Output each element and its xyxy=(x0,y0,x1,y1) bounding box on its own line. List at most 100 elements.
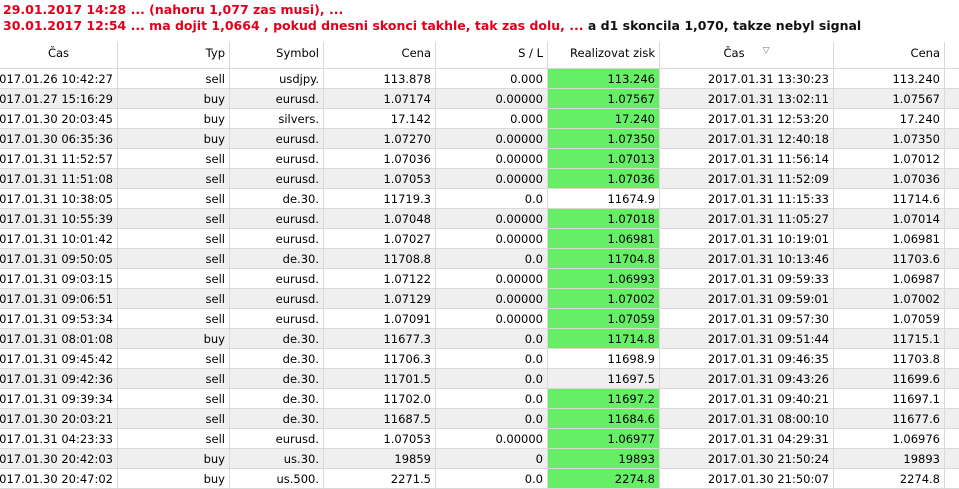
table-row[interactable]: 2017.01.27 15:16:29 buy eurusd. 1.07174 0.00… xyxy=(0,89,959,109)
cell-open-time: 2017.01.30 20:42:03 xyxy=(0,449,118,468)
table-row[interactable]: 2017.01.31 09:53:34 sell eurusd. 1.07091 0.0… xyxy=(0,309,959,329)
cell-close-time: 2017.01.31 09:40:21 xyxy=(660,389,834,408)
cell-open-time: 2017.01.31 09:50:05 xyxy=(0,249,118,268)
cell-price: 11719.3 xyxy=(324,189,436,208)
column-header-symbol[interactable]: Symbol xyxy=(230,42,324,68)
table-row[interactable]: 2017.01.31 09:06:51 sell eurusd. 1.07129 0.0… xyxy=(0,289,959,309)
cell-symbol: de.30. xyxy=(230,329,324,348)
column-header-type[interactable]: Typ xyxy=(118,42,230,68)
cell-sl: 0.00000 xyxy=(436,429,548,448)
cell-close-price: 1.06976 xyxy=(834,429,945,448)
cell-open-time: 2017.01.27 15:16:29 xyxy=(0,89,118,108)
cell-type: buy xyxy=(118,129,230,148)
cell-open-time: 2017.01.31 09:45:42 xyxy=(0,349,118,368)
note-line-1: 29.01.2017 14:28 ... (nahoru 1,077 zas m… xyxy=(3,2,959,18)
column-header-open-time[interactable]: Čas xyxy=(0,42,118,68)
cell-take-profit: 11684.6 xyxy=(548,409,660,428)
cell-take-profit: 1.07350 xyxy=(548,129,660,148)
table-row[interactable]: 2017.01.31 09:50:05 sell de.30. 11708.8 0.0 1… xyxy=(0,249,959,269)
cell-sl: 0.0 xyxy=(436,469,548,488)
cell-symbol: de.30. xyxy=(230,389,324,408)
cell-close-price: 1.07059 xyxy=(834,309,945,328)
table-row[interactable]: 2017.01.31 09:39:34 sell de.30. 11702.0 0.0 1… xyxy=(0,389,959,409)
notes-area: 29.01.2017 14:28 ... (nahoru 1,077 zas m… xyxy=(0,0,959,42)
note-line-2: 30.01.2017 12:54 ... ma dojit 1,0664 , p… xyxy=(3,18,959,34)
cell-open-time: 2017.01.31 04:23:33 xyxy=(0,429,118,448)
cell-price: 1.07091 xyxy=(324,309,436,328)
table-row[interactable]: 2017.01.30 06:35:36 buy eurusd. 1.07270 0.00… xyxy=(0,129,959,149)
cell-type: sell xyxy=(118,249,230,268)
note-text-2: 30.01.2017 12:54 ... ma dojit 1,0664 , p… xyxy=(3,18,584,33)
cell-close-time: 2017.01.31 11:52:09 xyxy=(660,169,834,188)
cell-sl: 0.000 xyxy=(436,69,548,88)
cell-close-price: 1.06981 xyxy=(834,229,945,248)
column-header-close-time[interactable]: Čas ▽ xyxy=(660,42,834,68)
cell-type: sell xyxy=(118,349,230,368)
column-header-price[interactable]: Cena xyxy=(324,42,436,68)
table-row[interactable]: 2017.01.31 09:42:36 sell de.30. 11701.5 0.0 1… xyxy=(0,369,959,389)
column-header-sl[interactable]: S / L xyxy=(436,42,548,68)
cell-close-time: 2017.01.31 09:59:01 xyxy=(660,289,834,308)
column-header-take-profit[interactable]: Realizovat zisk xyxy=(548,42,660,68)
cell-take-profit: 11674.9 xyxy=(548,189,660,208)
table-row[interactable]: 2017.01.31 11:51:08 sell eurusd. 1.07053 0.0… xyxy=(0,169,959,189)
cell-take-profit: 1.07567 xyxy=(548,89,660,108)
cell-close-price: 11703.8 xyxy=(834,349,945,368)
cell-sl: 0.00000 xyxy=(436,209,548,228)
cell-type: sell xyxy=(118,289,230,308)
table-row[interactable]: 2017.01.30 20:03:45 buy silvers. 17.142 0.00… xyxy=(0,109,959,129)
cell-price: 1.07122 xyxy=(324,269,436,288)
cell-close-time: 2017.01.31 10:19:01 xyxy=(660,229,834,248)
table-row[interactable]: 2017.01.31 04:23:33 sell eurusd. 1.07053 0.0… xyxy=(0,429,959,449)
table-row[interactable]: 2017.01.31 09:45:42 sell de.30. 11706.3 0.0 1… xyxy=(0,349,959,369)
cell-price: 2271.5 xyxy=(324,469,436,488)
cell-type: sell xyxy=(118,369,230,388)
cell-close-time: 2017.01.31 13:02:11 xyxy=(660,89,834,108)
cell-close-time: 2017.01.31 13:30:23 xyxy=(660,69,834,88)
cell-open-time: 2017.01.31 08:01:08 xyxy=(0,329,118,348)
cell-type: sell xyxy=(118,149,230,168)
cell-close-price: 1.07012 xyxy=(834,149,945,168)
table-row[interactable]: 2017.01.30 20:42:03 buy us.30. 19859 0 19893 2… xyxy=(0,449,959,469)
cell-take-profit: 17.240 xyxy=(548,109,660,128)
cell-type: sell xyxy=(118,69,230,88)
cell-open-time: 2017.01.31 09:39:34 xyxy=(0,389,118,408)
table-header: Čas Typ Symbol Cena S / L Realizovat zis… xyxy=(0,42,959,69)
table-row[interactable]: 2017.01.26 10:42:27 sell usdjpy. 113.878 0.0… xyxy=(0,69,959,89)
table-row[interactable]: 2017.01.31 09:03:15 sell eurusd. 1.07122 0.0… xyxy=(0,269,959,289)
table-row[interactable]: 2017.01.31 11:52:57 sell eurusd. 1.07036 0.0… xyxy=(0,149,959,169)
cell-type: sell xyxy=(118,309,230,328)
cell-close-time: 2017.01.30 21:50:24 xyxy=(660,449,834,468)
cell-sl: 0.0 xyxy=(436,369,548,388)
cell-close-time: 2017.01.31 10:13:46 xyxy=(660,249,834,268)
cell-symbol: de.30. xyxy=(230,189,324,208)
cell-close-price: 1.07350 xyxy=(834,129,945,148)
cell-sl: 0.00000 xyxy=(436,269,548,288)
cell-open-time: 2017.01.31 09:42:36 xyxy=(0,369,118,388)
cell-open-time: 2017.01.30 20:47:02 xyxy=(0,469,118,488)
table-row[interactable]: 2017.01.31 10:01:42 sell eurusd. 1.07027 0.0… xyxy=(0,229,959,249)
column-header-close-price[interactable]: Cena xyxy=(834,42,945,68)
cell-close-price: 11715.1 xyxy=(834,329,945,348)
cell-close-time: 2017.01.31 11:05:27 xyxy=(660,209,834,228)
cell-symbol: silvers. xyxy=(230,109,324,128)
cell-close-time: 2017.01.31 04:29:31 xyxy=(660,429,834,448)
cell-open-time: 2017.01.30 06:35:36 xyxy=(0,129,118,148)
table-row[interactable]: 2017.01.31 08:01:08 buy de.30. 11677.3 0.0 11… xyxy=(0,329,959,349)
cell-open-time: 2017.01.31 10:38:05 xyxy=(0,189,118,208)
cell-type: sell xyxy=(118,189,230,208)
cell-symbol: eurusd. xyxy=(230,129,324,148)
table-row[interactable]: 2017.01.31 10:55:39 sell eurusd. 1.07048 0.0… xyxy=(0,209,959,229)
cell-sl: 0.0 xyxy=(436,349,548,368)
table-row[interactable]: 2017.01.30 20:47:02 buy us.500. 2271.5 0.0 22… xyxy=(0,469,959,489)
cell-sl: 0.00000 xyxy=(436,229,548,248)
cell-close-time: 2017.01.31 09:46:35 xyxy=(660,349,834,368)
cell-close-price: 11714.6 xyxy=(834,189,945,208)
table-row[interactable]: 2017.01.30 20:03:21 sell de.30. 11687.5 0.0 1… xyxy=(0,409,959,429)
cell-close-price: 11677.6 xyxy=(834,409,945,428)
table-row[interactable]: 2017.01.31 10:38:05 sell de.30. 11719.3 0.0 1… xyxy=(0,189,959,209)
cell-price: 1.07048 xyxy=(324,209,436,228)
cell-close-price: 113.240 xyxy=(834,69,945,88)
cell-take-profit: 1.07059 xyxy=(548,309,660,328)
cell-price: 11701.5 xyxy=(324,369,436,388)
